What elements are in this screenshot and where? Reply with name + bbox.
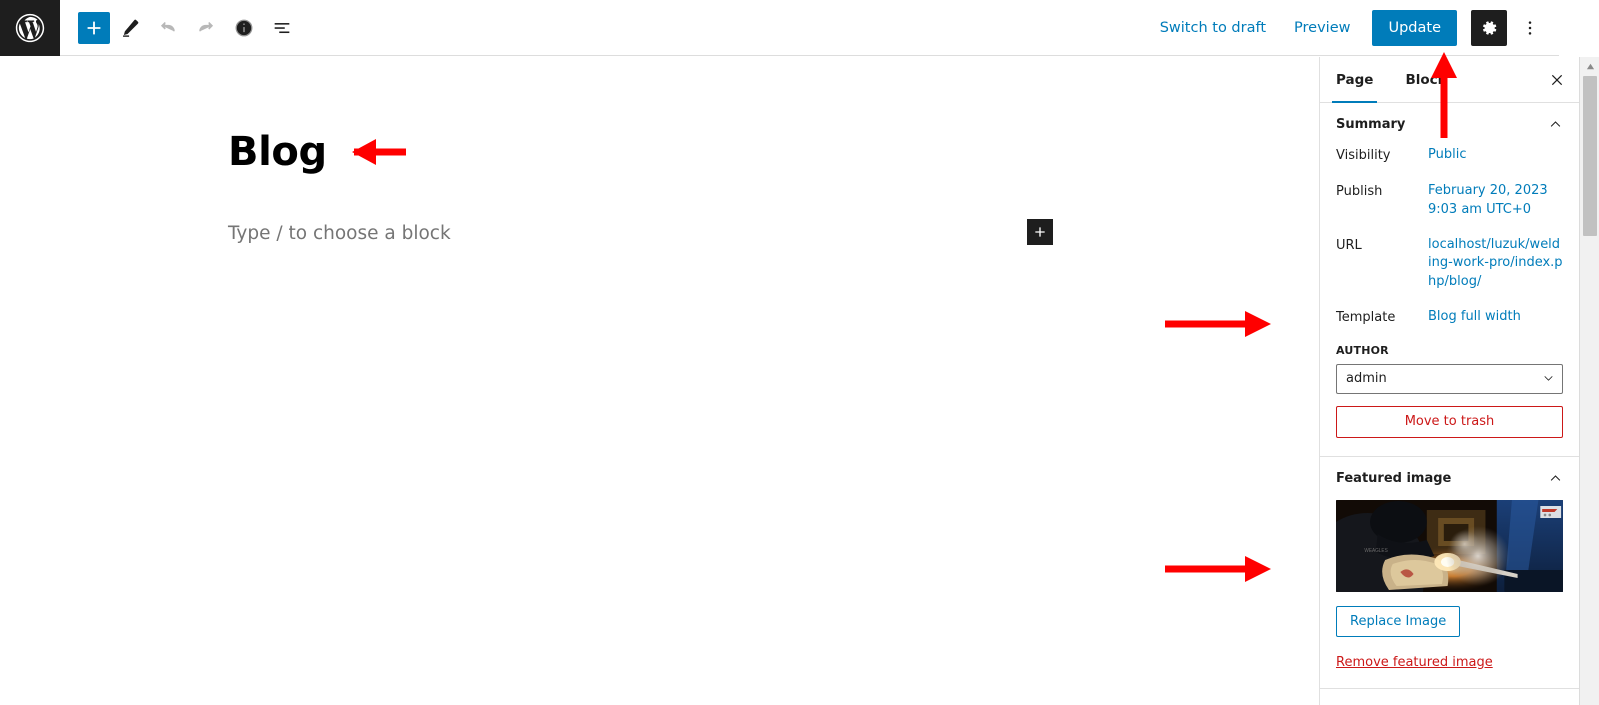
chevron-up-icon[interactable] [1548,471,1563,486]
url-label: URL [1336,237,1362,253]
block-inserter-button[interactable] [78,11,110,44]
url-value[interactable]: localhost/luzuk/welding-work-pro/index.p… [1428,236,1563,293]
template-label: Template [1336,310,1396,326]
plus-icon [87,21,101,34]
redo-button[interactable] [188,10,224,46]
replace-image-button[interactable]: Replace Image [1336,605,1461,637]
info-circle-icon [235,19,253,36]
list-view-icon [274,22,290,33]
post-title[interactable]: Blog [228,132,327,172]
summary-panel-title: Summary [1336,117,1406,132]
undo-button[interactable] [150,10,186,46]
wordpress-logo[interactable] [0,0,60,56]
svg-text:WEAGLES: WEAGLES [1364,548,1388,554]
publish-value[interactable]: February 20, 2023 9:03 am UTC+0 [1428,182,1563,220]
summary-panel-header[interactable]: Summary [1336,117,1563,132]
featured-image-panel: Featured image WEAGLES Replace Image Rem… [1320,457,1579,689]
visibility-label: Visibility [1336,148,1391,163]
author-select-wrapper: admin [1336,363,1563,394]
summary-row-template: Template Blog full width [1336,308,1563,328]
featured-image-panel-header[interactable]: Featured image [1336,471,1563,486]
block-placeholder[interactable]: Type / to choose a block [228,221,451,247]
scroll-up-arrow-icon [1586,63,1594,69]
preview-button[interactable]: Preview [1282,12,1362,44]
editor-canvas[interactable]: Blog Type / to choose a block [60,57,1280,705]
three-dots-vertical-icon [1528,20,1532,35]
editor-toolbar [78,10,300,46]
switch-to-draft-button[interactable]: Switch to draft [1148,12,1278,44]
summary-panel: Summary Visibility Public Publish Februa… [1320,103,1579,457]
wordpress-block-editor: Switch to draft Preview Update Blog Type… [0,0,1599,705]
summary-row-url: URL localhost/luzuk/welding-work-pro/ind… [1336,236,1563,293]
redo-arrow-icon [199,21,214,31]
gear-icon [1483,20,1497,35]
details-button[interactable] [226,10,262,46]
author-select[interactable]: admin [1336,363,1563,394]
welder-working-photo: WEAGLES [1336,499,1563,592]
header-actions: Switch to draft Preview Update [1148,9,1559,46]
close-sidebar-button[interactable] [1535,57,1579,102]
summary-row-publish: Publish February 20, 2023 9:03 am UTC+0 [1336,182,1563,220]
settings-button[interactable] [1471,9,1507,46]
sidebar-tabs: Page Block [1320,57,1579,103]
undo-arrow-icon [160,21,175,31]
plus-icon [1035,227,1045,237]
close-icon [1551,74,1563,85]
pencil-icon [123,19,139,37]
edit-mode-button[interactable] [112,10,148,46]
visibility-value[interactable]: Public [1428,146,1563,165]
browser-scrollbar[interactable] [1579,57,1599,705]
list-view-button[interactable] [264,10,300,46]
settings-sidebar: Page Block Summary Visibility Public Pub… [1319,57,1579,705]
tab-page[interactable]: Page [1320,57,1389,103]
move-to-trash-button[interactable]: Move to trash [1336,405,1563,438]
tab-block[interactable]: Block [1389,57,1462,102]
publish-label: Publish [1336,183,1383,199]
author-label: AUTHOR [1336,343,1389,357]
editor-header: Switch to draft Preview Update [0,0,1559,56]
remove-featured-image-link[interactable]: Remove featured image [1336,655,1493,670]
wordpress-logo-icon [15,13,45,42]
template-value[interactable]: Blog full width [1428,308,1563,327]
scrollbar-thumb[interactable] [1583,76,1597,236]
featured-image-panel-title: Featured image [1336,470,1452,486]
summary-row-visibility: Visibility Public [1336,146,1563,166]
more-options-button[interactable] [1513,10,1547,46]
inline-block-inserter-button[interactable] [1027,219,1053,245]
scroll-up-button[interactable] [1580,57,1599,75]
update-button[interactable]: Update [1372,9,1457,46]
featured-image-thumbnail[interactable]: WEAGLES [1336,499,1563,592]
chevron-up-icon[interactable] [1548,117,1563,132]
